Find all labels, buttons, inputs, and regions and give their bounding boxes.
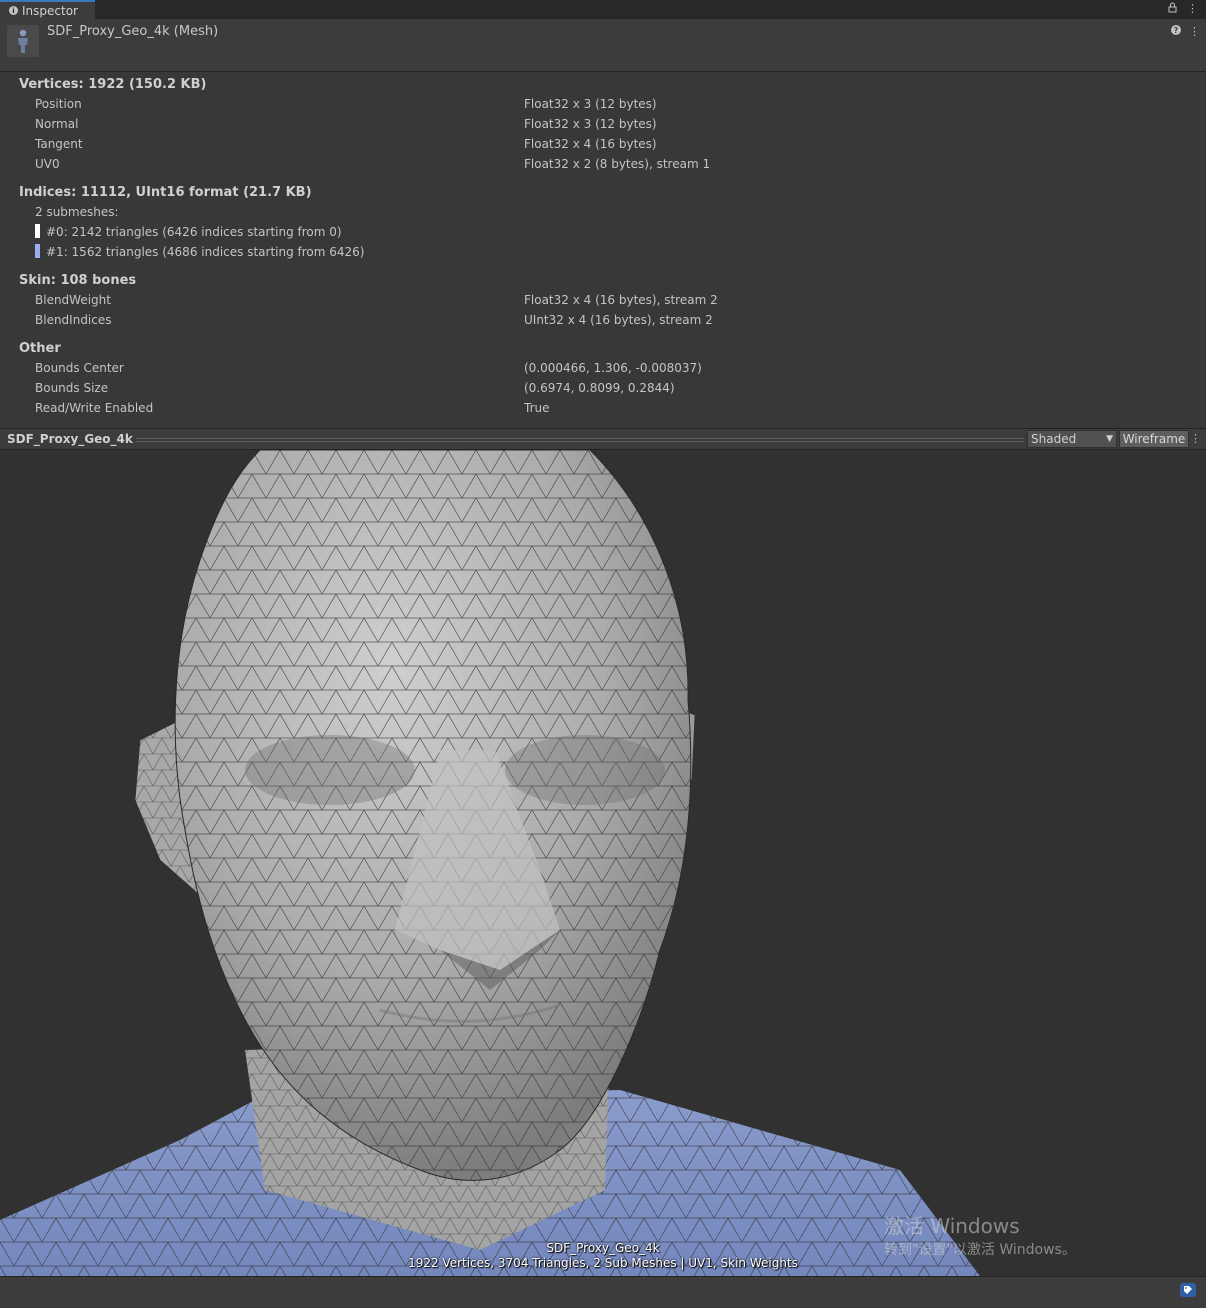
preview-title: SDF_Proxy_Geo_4k bbox=[7, 432, 133, 446]
property-value: (0.000466, 1.306, -0.008037) bbox=[524, 361, 702, 375]
header-menu-icon[interactable]: ⋮ bbox=[1189, 25, 1200, 38]
inspector-footer bbox=[0, 1276, 1206, 1308]
attr-name: BlendWeight bbox=[35, 293, 111, 307]
watermark-line-1: 激活 Windows bbox=[884, 1214, 1020, 1238]
help-icon[interactable]: ? bbox=[1171, 25, 1181, 35]
mesh-preview-viewport[interactable]: 激活 Windows 转到"设置"以激活 Windows。 SDF_Proxy_… bbox=[0, 450, 1206, 1276]
attr-format: Float32 x 4 (16 bytes), stream 2 bbox=[524, 293, 718, 307]
lock-icon[interactable] bbox=[1168, 2, 1177, 16]
attr-format: Float32 x 3 (12 bytes) bbox=[524, 97, 657, 111]
info-icon: i bbox=[9, 6, 18, 15]
vertices-heading: Vertices: 1922 (150.2 KB) bbox=[19, 77, 207, 92]
attr-format: Float32 x 2 (8 bytes), stream 1 bbox=[524, 157, 711, 171]
tab-inspector[interactable]: i Inspector bbox=[0, 0, 95, 19]
attr-name: BlendIndices bbox=[35, 313, 112, 327]
preview-toolbar: SDF_Proxy_Geo_4k Shaded ▼ Wireframe ⋮ bbox=[0, 428, 1206, 450]
submesh-count: 2 submeshes: bbox=[35, 205, 119, 219]
mesh-title: SDF_Proxy_Geo_4k (Mesh) bbox=[47, 24, 219, 39]
window-tab-bar: i Inspector ⋮ bbox=[0, 0, 1206, 19]
preview-drag-handle[interactable] bbox=[136, 438, 1024, 442]
property-value: (0.6974, 0.8099, 0.2844) bbox=[524, 381, 675, 395]
submesh-label: #0: 2142 triangles (6426 indices startin… bbox=[46, 225, 342, 239]
inspector-header: SDF_Proxy_Geo_4k (Mesh) ? ⋮ bbox=[0, 19, 1206, 72]
submesh-color-swatch bbox=[35, 244, 40, 258]
property-name: Read/Write Enabled bbox=[35, 401, 154, 415]
kebab-menu-icon[interactable]: ⋮ bbox=[1187, 2, 1198, 16]
attr-format: Float32 x 4 (16 bytes) bbox=[524, 137, 657, 151]
mesh-figure-icon bbox=[7, 25, 39, 57]
property-value: True bbox=[524, 401, 550, 415]
submesh-color-swatch bbox=[35, 224, 40, 238]
preview-menu-icon[interactable]: ⋮ bbox=[1190, 432, 1201, 445]
asset-label-icon[interactable] bbox=[1180, 1283, 1196, 1297]
preview-mesh-stats: 1922 Vertices, 3704 Triangles, 2 Sub Mes… bbox=[408, 1256, 798, 1270]
attr-name: Normal bbox=[35, 117, 79, 131]
skin-heading: Skin: 108 bones bbox=[19, 273, 137, 288]
property-name: Bounds Center bbox=[35, 361, 124, 375]
shading-mode-dropdown[interactable]: Shaded ▼ bbox=[1027, 430, 1117, 448]
attr-format: UInt32 x 4 (16 bytes), stream 2 bbox=[524, 313, 713, 327]
mesh-info-panel: Vertices: 1922 (150.2 KB) Position Float… bbox=[0, 72, 1206, 428]
wireframe-toggle[interactable]: Wireframe bbox=[1119, 430, 1189, 448]
attr-name: Tangent bbox=[35, 137, 83, 151]
mesh-render: 激活 Windows 转到"设置"以激活 Windows。 bbox=[0, 450, 1076, 1276]
chevron-down-icon: ▼ bbox=[1106, 434, 1113, 444]
tab-inspector-label: Inspector bbox=[22, 3, 78, 18]
property-name: Bounds Size bbox=[35, 381, 109, 395]
preview-mesh-name: SDF_Proxy_Geo_4k bbox=[546, 1241, 660, 1255]
indices-heading: Indices: 11112, UInt16 format (21.7 KB) bbox=[19, 185, 312, 200]
attr-format: Float32 x 3 (12 bytes) bbox=[524, 117, 657, 131]
submesh-label: #1: 1562 triangles (4686 indices startin… bbox=[46, 245, 365, 259]
other-heading: Other bbox=[19, 341, 61, 356]
attr-name: Position bbox=[35, 97, 82, 111]
attr-name: UV0 bbox=[35, 157, 60, 171]
shading-mode-value: Shaded bbox=[1031, 432, 1077, 446]
